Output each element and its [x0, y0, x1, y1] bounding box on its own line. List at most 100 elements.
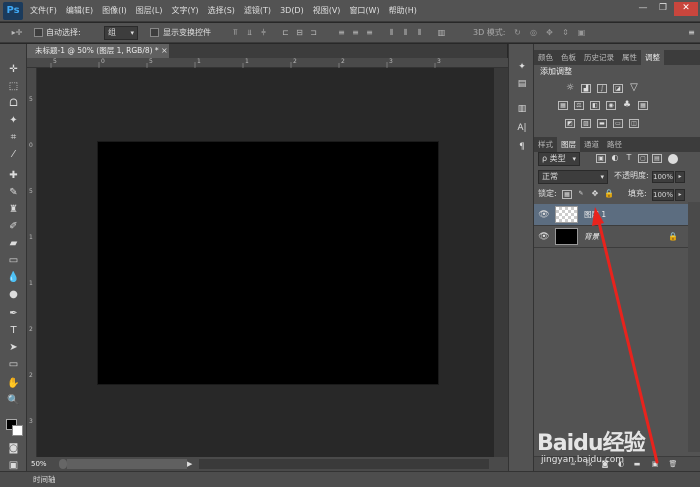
clone-stamp-tool-icon[interactable]: ♜ [5, 202, 22, 217]
align-right-icon[interactable]: ⊐ [308, 27, 319, 38]
timeline-tab[interactable]: 时间轴 [33, 472, 56, 487]
blur-tool-icon[interactable]: 💧 [5, 270, 22, 285]
eye-icon[interactable]: 👁 [538, 231, 550, 243]
exposure-icon[interactable]: ◪ [613, 84, 623, 93]
dodge-tool-icon[interactable]: ● [5, 287, 22, 302]
status-info-icon[interactable] [59, 459, 67, 469]
menu-layer[interactable]: 图层(L) [136, 0, 163, 22]
quick-mask-icon[interactable]: ◙ [5, 441, 22, 456]
distribute-bottom-icon[interactable]: ≡ [364, 27, 375, 38]
brush-presets-icon[interactable]: ▤ [515, 77, 529, 91]
tab-channels[interactable]: 通道 [580, 137, 603, 152]
posterize-icon[interactable]: ▨ [581, 119, 591, 128]
pen-tool-icon[interactable]: ✒ [5, 306, 22, 321]
marquee-tool-icon[interactable]: ⬚ [5, 79, 22, 94]
lasso-tool-icon[interactable]: ᗝ [5, 96, 22, 111]
filter-smart-object-icon[interactable]: ▤ [652, 154, 662, 163]
filter-pixel-icon[interactable]: ▣ [596, 154, 606, 163]
fill-input[interactable]: 100% [652, 189, 674, 201]
3d-rotate-icon[interactable]: ↻ [512, 27, 523, 38]
tab-history[interactable]: 历史记录 [580, 50, 618, 65]
type-tool-icon[interactable]: T [5, 323, 22, 338]
close-button[interactable]: ✕ [674, 2, 698, 16]
menu-window[interactable]: 窗口(W) [349, 0, 379, 22]
tool-presets-icon[interactable]: ✦ [515, 60, 529, 74]
auto-align-icon[interactable]: ▥ [436, 27, 447, 38]
tab-properties[interactable]: 属性 [618, 50, 641, 65]
menu-select[interactable]: 选择(S) [208, 0, 235, 22]
move-tool-icon[interactable]: ✛ [5, 62, 22, 77]
layers-scrollbar[interactable] [688, 202, 700, 452]
filter-toggle-icon[interactable] [668, 154, 678, 164]
menu-image[interactable]: 图像(I) [102, 0, 127, 22]
3d-drag-icon[interactable]: ✥ [544, 27, 555, 38]
minimize-button[interactable]: — [634, 2, 652, 16]
vibrance-icon[interactable]: ▽ [629, 83, 639, 93]
paragraph-panel-icon[interactable]: ¶ [515, 140, 529, 154]
zoom-level-field[interactable]: 50% [31, 459, 57, 469]
move-tool-preset-icon[interactable]: ▸✛ [8, 27, 26, 38]
menu-3d[interactable]: 3D(D) [280, 0, 304, 22]
color-balance-icon[interactable]: ⚖ [574, 101, 584, 110]
align-hcenter-icon[interactable]: ⊟ [294, 27, 305, 38]
tab-swatches[interactable]: 色板 [557, 50, 580, 65]
brush-tool-icon[interactable]: ✎ [5, 185, 22, 200]
filter-type-icon[interactable]: T [624, 154, 634, 163]
menu-edit[interactable]: 编辑(E) [66, 0, 93, 22]
layer-row-background[interactable]: 👁 背景 🔒 [534, 226, 688, 248]
auto-select-dropdown[interactable]: 组 [104, 26, 138, 40]
tab-color[interactable]: 颜色 [534, 50, 557, 65]
status-menu-arrow-icon[interactable]: ▶ [187, 459, 197, 469]
distribute-top-icon[interactable]: ≡ [336, 27, 347, 38]
quick-select-tool-icon[interactable]: ✦ [5, 113, 22, 128]
channel-mixer-icon[interactable]: ♣ [622, 101, 632, 110]
menu-filter[interactable]: 滤镜(T) [244, 0, 271, 22]
history-brush-tool-icon[interactable]: ✐ [5, 219, 22, 234]
tab-layers[interactable]: 图层 [557, 137, 580, 152]
document-canvas[interactable] [97, 141, 439, 385]
3d-scale-icon[interactable]: ▣ [576, 27, 587, 38]
color-lookup-icon[interactable]: ▦ [638, 101, 648, 110]
align-top-icon[interactable]: ⫪ [230, 27, 241, 38]
rectangle-tool-icon[interactable]: ▭ [5, 357, 22, 372]
background-color-swatch[interactable] [12, 425, 23, 436]
eraser-tool-icon[interactable]: ▰ [5, 236, 22, 251]
menu-view[interactable]: 视图(V) [313, 0, 341, 22]
lock-image-icon[interactable]: ✎ [576, 190, 586, 199]
levels-icon[interactable]: ▟ [581, 84, 591, 93]
menu-file[interactable]: 文件(F) [30, 0, 57, 22]
lock-position-icon[interactable]: ✥ [590, 190, 600, 199]
lock-transparent-icon[interactable]: ▦ [562, 190, 572, 199]
eye-icon[interactable]: 👁 [538, 209, 550, 221]
healing-brush-tool-icon[interactable]: ✚ [5, 168, 22, 183]
crop-tool-icon[interactable]: ⌗ [5, 130, 22, 145]
paragraph-style-icon[interactable]: ▥ [515, 102, 529, 116]
filter-adjustment-icon[interactable]: ◐ [610, 154, 620, 163]
3d-roll-icon[interactable]: ◎ [528, 27, 539, 38]
menu-type[interactable]: 文字(Y) [171, 0, 198, 22]
layer-filter-dropdown[interactable]: ρ 类型 [538, 152, 580, 166]
opacity-input[interactable]: 100% [652, 171, 674, 183]
selective-color-icon[interactable]: ◫ [629, 119, 639, 128]
auto-select-checkbox[interactable] [34, 28, 43, 37]
zoom-tool-icon[interactable]: 🔍 [5, 393, 22, 408]
layer-row-layer1[interactable]: 👁 图层 1 [534, 204, 688, 226]
invert-icon[interactable]: ◩ [565, 119, 575, 128]
filter-shape-icon[interactable]: ▢ [638, 154, 648, 163]
gradient-tool-icon[interactable]: ▭ [5, 253, 22, 268]
distribute-left-icon[interactable]: ⦀ [386, 27, 397, 38]
brightness-contrast-icon[interactable]: ☼ [565, 84, 575, 93]
tab-styles[interactable]: 样式 [534, 137, 557, 152]
photo-filter-icon[interactable]: ◉ [606, 101, 616, 110]
document-workspace[interactable] [37, 68, 508, 457]
horizontal-scrollbar[interactable] [199, 459, 489, 469]
opacity-slider-arrow-icon[interactable]: ▸ [675, 171, 685, 183]
show-transform-checkbox[interactable] [150, 28, 159, 37]
hand-tool-icon[interactable]: ✋ [5, 376, 22, 391]
align-bottom-icon[interactable]: ⫩ [258, 27, 269, 38]
distribute-hcenter-icon[interactable]: ⦀ [400, 27, 411, 38]
lock-all-icon[interactable]: 🔒 [604, 190, 614, 199]
hue-saturation-icon[interactable]: ▦ [558, 101, 568, 110]
vertical-scrollbar[interactable] [494, 68, 508, 457]
tab-paths[interactable]: 路径 [603, 137, 626, 152]
